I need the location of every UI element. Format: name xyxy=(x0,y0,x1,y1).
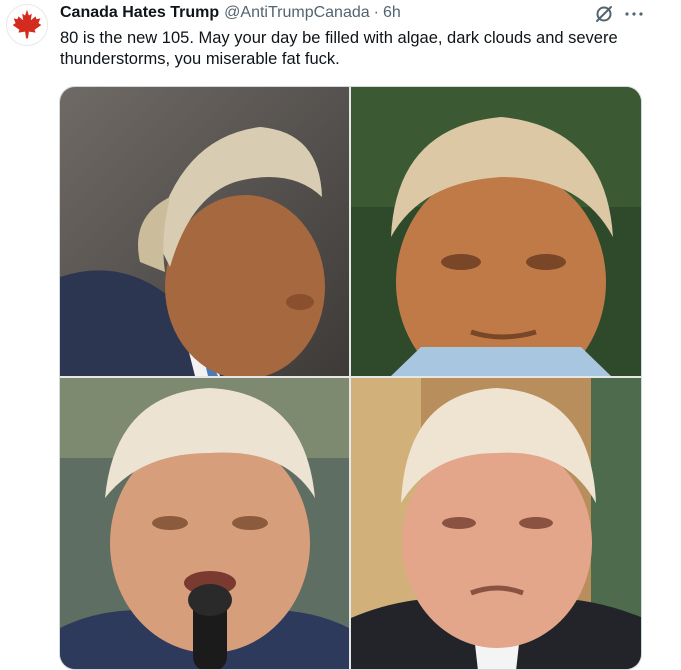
timestamp[interactable]: 6h xyxy=(383,4,401,22)
author-handle[interactable]: @AntiTrumpCanada xyxy=(224,4,370,22)
tweet-text: 80 is the new 105. May your day be fille… xyxy=(60,29,618,68)
maple-leaf-icon xyxy=(12,9,42,39)
media-grid xyxy=(59,86,642,670)
photo-4[interactable] xyxy=(351,378,641,669)
author-name[interactable]: Canada Hates Trump xyxy=(60,4,219,22)
photo-3[interactable] xyxy=(60,378,349,669)
avatar[interactable] xyxy=(6,4,48,46)
more-options-icon[interactable] xyxy=(622,2,646,26)
photo-1[interactable] xyxy=(60,87,349,376)
separator: · xyxy=(373,4,379,21)
grok-icon[interactable] xyxy=(592,2,616,26)
tweet-header: Canada Hates Trump @AntiTrumpCanada · 6h xyxy=(60,4,401,26)
photo-2[interactable] xyxy=(351,87,641,376)
tweet[interactable]: Canada Hates Trump @AntiTrumpCanada · 6h… xyxy=(0,0,681,670)
